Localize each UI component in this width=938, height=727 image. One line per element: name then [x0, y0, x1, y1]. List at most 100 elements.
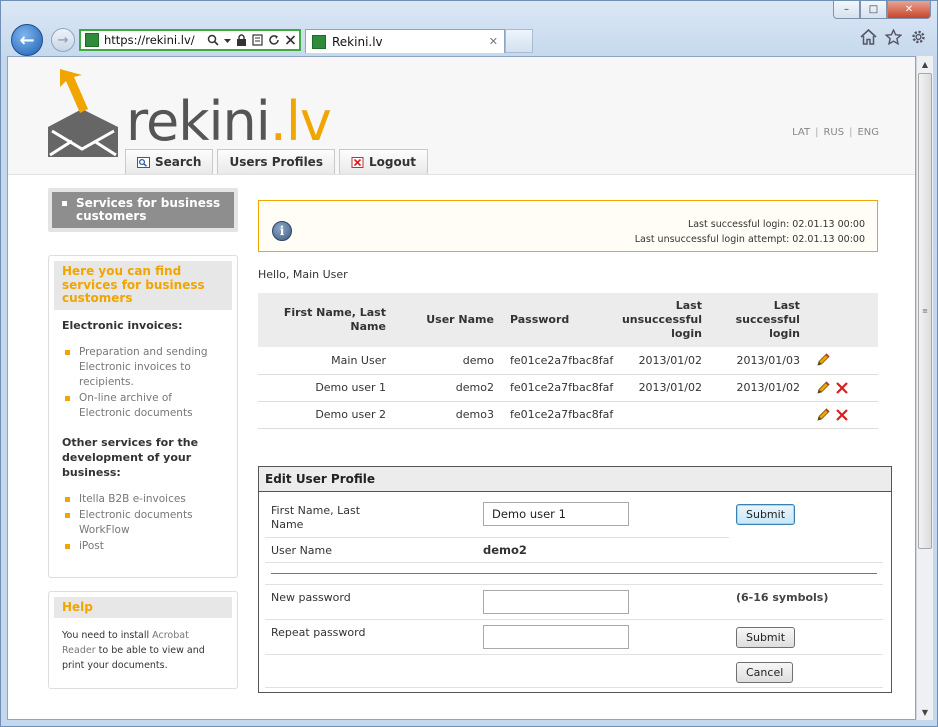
cell-last-successful: 2013/01/03: [709, 347, 808, 375]
services-button-label: Services for business customers: [52, 192, 234, 228]
lang-rus[interactable]: RUS: [823, 127, 844, 138]
col-username: User Name: [393, 293, 502, 347]
cell-name: Demo user 1: [258, 374, 394, 402]
info-icon: i: [272, 221, 292, 241]
other-services-list: Itella B2B e-invoices Electronic documen…: [62, 492, 224, 554]
scroll-down-arrow-icon[interactable]: ▼: [917, 704, 933, 720]
menu-search[interactable]: Search: [125, 149, 214, 174]
link-ipost[interactable]: iPost: [62, 539, 224, 554]
users-table: First Name, Last Name User Name Password…: [258, 293, 878, 429]
tab-title: Rekini.lv: [332, 34, 383, 49]
page-viewport: rekini.lv LAT | RUS | ENG Search Users Profi…: [7, 56, 916, 720]
cell-username: demo: [393, 347, 502, 375]
repeat-password-input[interactable]: [483, 625, 629, 649]
users-table-header: First Name, Last Name User Name Password…: [258, 293, 878, 347]
main-content: i Last successful login: 02.01.13 00:00 …: [258, 200, 878, 429]
cell-last-unsuccessful: 2013/01/02: [613, 374, 710, 402]
services-button[interactable]: Services for business customers: [48, 188, 238, 232]
search-icon[interactable]: [207, 34, 219, 46]
repeat-password-label: Repeat password: [271, 626, 366, 639]
address-bar[interactable]: https://rekini.lv/: [79, 29, 301, 51]
refresh-icon[interactable]: [268, 34, 280, 46]
password-hint: (6-16 symbols): [736, 591, 829, 604]
close-window-button[interactable]: ✕: [887, 1, 931, 19]
vertical-scrollbar[interactable]: ▲ ≡ ▼: [916, 56, 933, 720]
login-info-box: i Last successful login: 02.01.13 00:00 …: [258, 200, 878, 252]
col-password: Password: [501, 293, 614, 347]
name-input[interactable]: [483, 502, 629, 526]
new-tab-button[interactable]: [505, 29, 533, 53]
cell-actions: [807, 347, 878, 375]
browser-toolbar: [860, 29, 927, 45]
other-services-heading: Other services for the development of yo…: [62, 435, 199, 479]
stop-icon[interactable]: [285, 34, 296, 46]
edit-pencil-icon[interactable]: [816, 353, 831, 367]
cell-username: demo3: [393, 401, 502, 429]
edit-pencil-icon[interactable]: [816, 407, 831, 422]
language-switcher: LAT | RUS | ENG: [792, 127, 879, 138]
col-last-successful: Last successful login: [709, 293, 808, 347]
link-preparation-sending[interactable]: Preparation and sending Electronic invoi…: [62, 345, 224, 390]
orange-arrow-logo-icon: [60, 69, 88, 113]
lock-icon[interactable]: [236, 34, 247, 46]
link-itella-b2b[interactable]: Itella B2B e-invoices: [62, 492, 224, 507]
submit-password-button[interactable]: Submit: [736, 627, 796, 648]
compatibility-view-icon[interactable]: [252, 34, 263, 46]
browser-tab-active[interactable]: Rekini.lv ✕: [305, 29, 505, 53]
link-online-archive[interactable]: On-line archive of Electronic documents: [62, 391, 224, 421]
window-controls: – □ ✕: [833, 1, 931, 19]
address-bar-icons: [207, 34, 299, 46]
cell-actions: [807, 401, 878, 429]
cell-name: Main User: [258, 347, 394, 375]
site-favicon-icon: [85, 33, 99, 47]
close-tab-icon[interactable]: ✕: [489, 35, 498, 48]
lang-eng[interactable]: ENG: [857, 127, 879, 138]
delete-x-icon[interactable]: [835, 408, 849, 422]
name-label: First Name, Last Name: [271, 504, 361, 531]
home-icon[interactable]: [860, 29, 877, 45]
last-unsuccessful-login: Last unsuccessful login attempt: 02.01.1…: [634, 234, 865, 245]
menu-users-profiles[interactable]: Users Profiles: [217, 149, 335, 174]
search-document-icon: [137, 156, 150, 168]
table-row: Demo user 1demo2fe01ce2a7fbac8fafaed7c98…: [258, 374, 878, 402]
menu-users-profiles-label: Users Profiles: [229, 155, 323, 169]
lang-lat[interactable]: LAT: [792, 127, 810, 138]
edit-pencil-icon[interactable]: [816, 380, 831, 395]
tab-favicon-icon: [312, 34, 326, 49]
new-password-input[interactable]: [483, 590, 629, 614]
maximize-button[interactable]: □: [860, 1, 887, 19]
greeting: Hello, Main User: [258, 268, 348, 281]
browser-window: – □ ✕ ← → https://rekini.lv/ Rekini.lv ✕: [0, 0, 938, 727]
dropdown-arrow-icon[interactable]: [224, 34, 231, 46]
submit-name-button[interactable]: Submit: [736, 504, 796, 525]
minimize-button[interactable]: –: [833, 1, 860, 19]
users-table-body: Main Userdemofe01ce2a7fbac8fafaed7c982a0…: [258, 347, 878, 429]
table-row: Demo user 2demo3fe01ce2a7fbac8fafaed7c98…: [258, 401, 878, 429]
edit-profile-title: Edit User Profile: [259, 467, 891, 492]
cancel-button[interactable]: Cancel: [736, 662, 794, 683]
left-sidebar: Services for business customers Here you…: [48, 188, 238, 689]
cell-password: fe01ce2a7fbac8fafaed7c982a04e229: [501, 374, 614, 402]
main-menu: Search Users Profiles Logout: [125, 149, 428, 174]
menu-logout-label: Logout: [368, 155, 416, 169]
cell-actions: [807, 374, 878, 402]
address-url[interactable]: https://rekini.lv/: [104, 33, 195, 47]
last-successful-login: Last successful login: 02.01.13 00:00: [687, 219, 865, 230]
help-panel: Help You need to install Acrobat Reader …: [48, 590, 238, 689]
link-electronic-workflow[interactable]: Electronic documents WorkFlow: [62, 508, 224, 538]
col-actions: [807, 293, 878, 347]
tools-gear-icon[interactable]: [910, 29, 927, 45]
forward-button[interactable]: →: [51, 28, 75, 52]
scrollbar-thumb[interactable]: ≡: [918, 73, 932, 549]
help-text: You need to install Acrobat Reader to be…: [62, 630, 205, 671]
scroll-up-arrow-icon[interactable]: ▲: [917, 56, 933, 72]
new-password-label: New password: [271, 591, 351, 604]
col-last-unsuccessful: Last unsuccessful login: [613, 293, 710, 347]
cell-password: fe01ce2a7fbac8fafaed7c982a04e229: [501, 401, 614, 429]
back-button[interactable]: ←: [11, 24, 43, 56]
menu-logout[interactable]: Logout: [338, 149, 428, 174]
electronic-invoices-list: Preparation and sending Electronic invoi…: [62, 345, 224, 421]
services-panel-title: Here you can find services for business …: [54, 261, 232, 310]
favorites-star-icon[interactable]: [885, 29, 902, 45]
delete-x-icon[interactable]: [835, 381, 849, 395]
